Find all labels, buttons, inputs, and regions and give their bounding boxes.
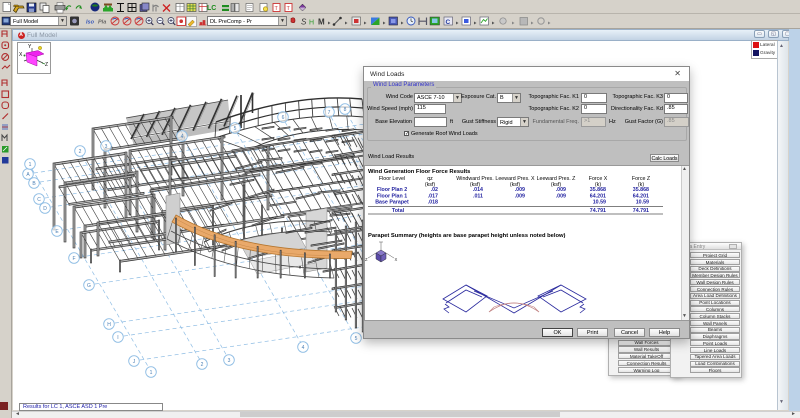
svg-text:X: X — [395, 257, 398, 262]
svg-text:.02: .02 — [431, 187, 438, 193]
svg-text:Floor Level: Floor Level — [379, 176, 405, 182]
svg-text:Floor Plan 2: Floor Plan 2 — [377, 187, 407, 193]
svg-text:H: H — [107, 322, 111, 328]
svg-text:X: X — [19, 52, 23, 58]
svg-text:.011: .011 — [473, 193, 483, 199]
svg-text:2: 2 — [79, 149, 82, 155]
svg-text:LC: LC — [207, 5, 216, 12]
svg-text:.018: .018 — [428, 200, 438, 206]
svg-text:3: 3 — [105, 144, 108, 150]
svg-text:.009: .009 — [556, 193, 566, 199]
svg-text:I: I — [117, 335, 118, 341]
svg-text:D: D — [43, 206, 47, 212]
svg-text:2: 2 — [201, 362, 204, 368]
svg-text:6: 6 — [282, 115, 285, 121]
svg-text:Z: Z — [45, 62, 48, 68]
svg-text:35.868: 35.868 — [633, 187, 649, 193]
svg-text:F: F — [72, 256, 75, 262]
svg-text:Base Parapet: Base Parapet — [375, 200, 409, 206]
svg-text:Iso: Iso — [86, 20, 95, 26]
svg-text:Pla: Pla — [98, 20, 106, 26]
svg-text:1: 1 — [29, 162, 32, 168]
svg-text:Floor Plan 1: Floor Plan 1 — [377, 193, 407, 199]
svg-text:64.201: 64.201 — [590, 193, 606, 199]
svg-text:.009: .009 — [556, 187, 566, 193]
svg-text:10.59: 10.59 — [593, 200, 606, 206]
svg-text:4: 4 — [181, 134, 184, 140]
svg-text:C: C — [446, 19, 451, 26]
svg-text:.009: .009 — [515, 187, 525, 193]
svg-text:3: 3 — [228, 358, 231, 364]
svg-text:.017: .017 — [428, 193, 438, 199]
svg-text:.009: .009 — [515, 193, 525, 199]
svg-text:M: M — [318, 18, 325, 27]
svg-text:Parapet Summary (heights are b: Parapet Summary (heights are base parape… — [368, 233, 566, 239]
svg-text:Total: Total — [392, 208, 405, 214]
svg-text:10.59: 10.59 — [636, 200, 649, 206]
svg-text:.014: .014 — [473, 187, 483, 193]
svg-text:5: 5 — [234, 126, 237, 132]
svg-text:S: S — [301, 18, 307, 27]
svg-text:5: 5 — [355, 336, 358, 342]
svg-text:35.868: 35.868 — [590, 187, 606, 193]
svg-text:C: C — [37, 197, 41, 203]
svg-text:1: 1 — [150, 370, 153, 376]
svg-text:74.791: 74.791 — [590, 208, 606, 214]
svg-text:4: 4 — [302, 345, 305, 351]
svg-text:74.791: 74.791 — [633, 208, 649, 214]
svg-text:G: G — [87, 283, 91, 289]
svg-text:Y: Y — [28, 44, 32, 50]
svg-text:Wind Generation Floor Force Re: Wind Generation Floor Force Results — [368, 169, 470, 175]
svg-text:7: 7 — [328, 110, 331, 116]
svg-text:Z: Z — [365, 257, 368, 262]
svg-text:H: H — [309, 20, 314, 27]
svg-text:64.201: 64.201 — [633, 193, 649, 199]
